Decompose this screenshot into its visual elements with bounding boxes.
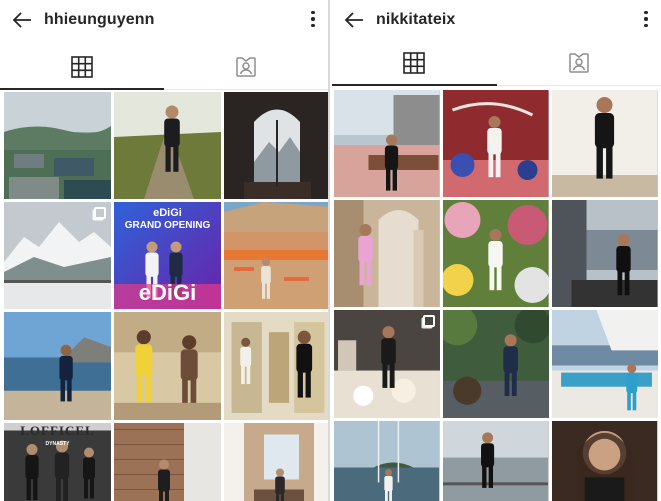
post-image — [224, 92, 328, 199]
post-thumbnail[interactable] — [224, 202, 328, 309]
back-button[interactable] — [0, 0, 44, 40]
post-grid: eDiGi GRAND OPENING eDiGi LOFFICEL DYNASTY — [4, 92, 328, 501]
post-caption-text: LOFFICEL — [20, 423, 95, 438]
tab-tagged[interactable] — [497, 40, 661, 85]
post-image — [334, 200, 440, 307]
post-thumbnail[interactable] — [224, 312, 328, 420]
post-thumbnail[interactable] — [443, 200, 549, 307]
profile-header: hhieunguyenn — [0, 0, 328, 40]
post-image — [4, 312, 111, 420]
post-image — [552, 90, 658, 197]
post-image — [443, 421, 549, 501]
post-caption-text: GRAND OPENING — [124, 220, 211, 231]
tagged-icon — [236, 56, 256, 77]
multiple-posts-icon — [94, 207, 106, 219]
post-thumbnail[interactable] — [334, 421, 440, 501]
post-thumbnail[interactable] — [4, 312, 111, 420]
post-thumbnail[interactable] — [443, 310, 549, 418]
username-title: hhieunguyenn — [44, 11, 155, 28]
grid-icon — [71, 55, 93, 78]
post-image — [334, 90, 440, 197]
post-thumbnail[interactable] — [552, 90, 658, 197]
post-caption-text: eDiGi — [138, 280, 197, 305]
post-image — [334, 421, 440, 501]
profile-tabs — [0, 44, 328, 90]
post-caption-text: DYNASTY — [45, 441, 70, 447]
post-thumbnail[interactable] — [334, 310, 440, 418]
profile-tabs — [332, 40, 661, 86]
tab-grid[interactable] — [332, 40, 497, 86]
multiple-posts-icon — [423, 315, 435, 327]
back-arrow-icon — [12, 12, 31, 28]
right-profile-panel: nikkitateix — [332, 0, 661, 501]
post-image — [443, 90, 549, 197]
post-thumbnail[interactable]: LOFFICEL DYNASTY — [4, 423, 111, 501]
post-image — [224, 423, 328, 501]
post-thumbnail[interactable] — [224, 92, 328, 199]
post-image — [552, 421, 658, 501]
post-thumbnail[interactable]: eDiGi GRAND OPENING eDiGi — [114, 202, 221, 309]
post-thumbnail[interactable] — [552, 421, 658, 501]
back-button[interactable] — [332, 0, 376, 40]
post-thumbnail[interactable] — [334, 90, 440, 197]
post-thumbnail[interactable] — [334, 200, 440, 307]
more-options-button[interactable] — [306, 8, 320, 30]
left-profile-panel: hhieunguyenn eDiGi GRAND OPENING eDiGi LOFF… — [0, 0, 330, 501]
post-thumbnail[interactable] — [443, 90, 549, 197]
post-image — [224, 202, 328, 309]
post-image — [443, 200, 549, 307]
post-thumbnail[interactable] — [114, 423, 221, 501]
post-thumbnail[interactable] — [552, 200, 658, 307]
post-caption-text: eDiGi — [153, 207, 182, 219]
post-image — [4, 92, 111, 199]
post-image — [552, 200, 658, 307]
post-thumbnail[interactable] — [552, 310, 658, 418]
post-thumbnail[interactable] — [114, 312, 221, 420]
post-image — [114, 92, 221, 199]
post-image — [443, 310, 549, 418]
grid-icon — [403, 51, 426, 74]
post-grid — [334, 90, 661, 501]
post-thumbnail[interactable] — [114, 92, 221, 199]
tab-tagged[interactable] — [164, 44, 328, 89]
username-title: nikkitateix — [376, 11, 456, 28]
more-options-button[interactable] — [639, 8, 653, 30]
tagged-icon — [569, 52, 589, 73]
post-image — [114, 423, 221, 501]
post-thumbnail[interactable] — [4, 92, 111, 199]
profile-header: nikkitateix — [332, 0, 661, 40]
tab-grid[interactable] — [0, 44, 164, 90]
post-image — [224, 312, 328, 420]
post-image — [552, 310, 658, 418]
back-arrow-icon — [344, 12, 363, 28]
post-image — [114, 312, 221, 420]
post-thumbnail[interactable] — [4, 202, 111, 309]
post-thumbnail[interactable] — [224, 423, 328, 501]
post-thumbnail[interactable] — [443, 421, 549, 501]
